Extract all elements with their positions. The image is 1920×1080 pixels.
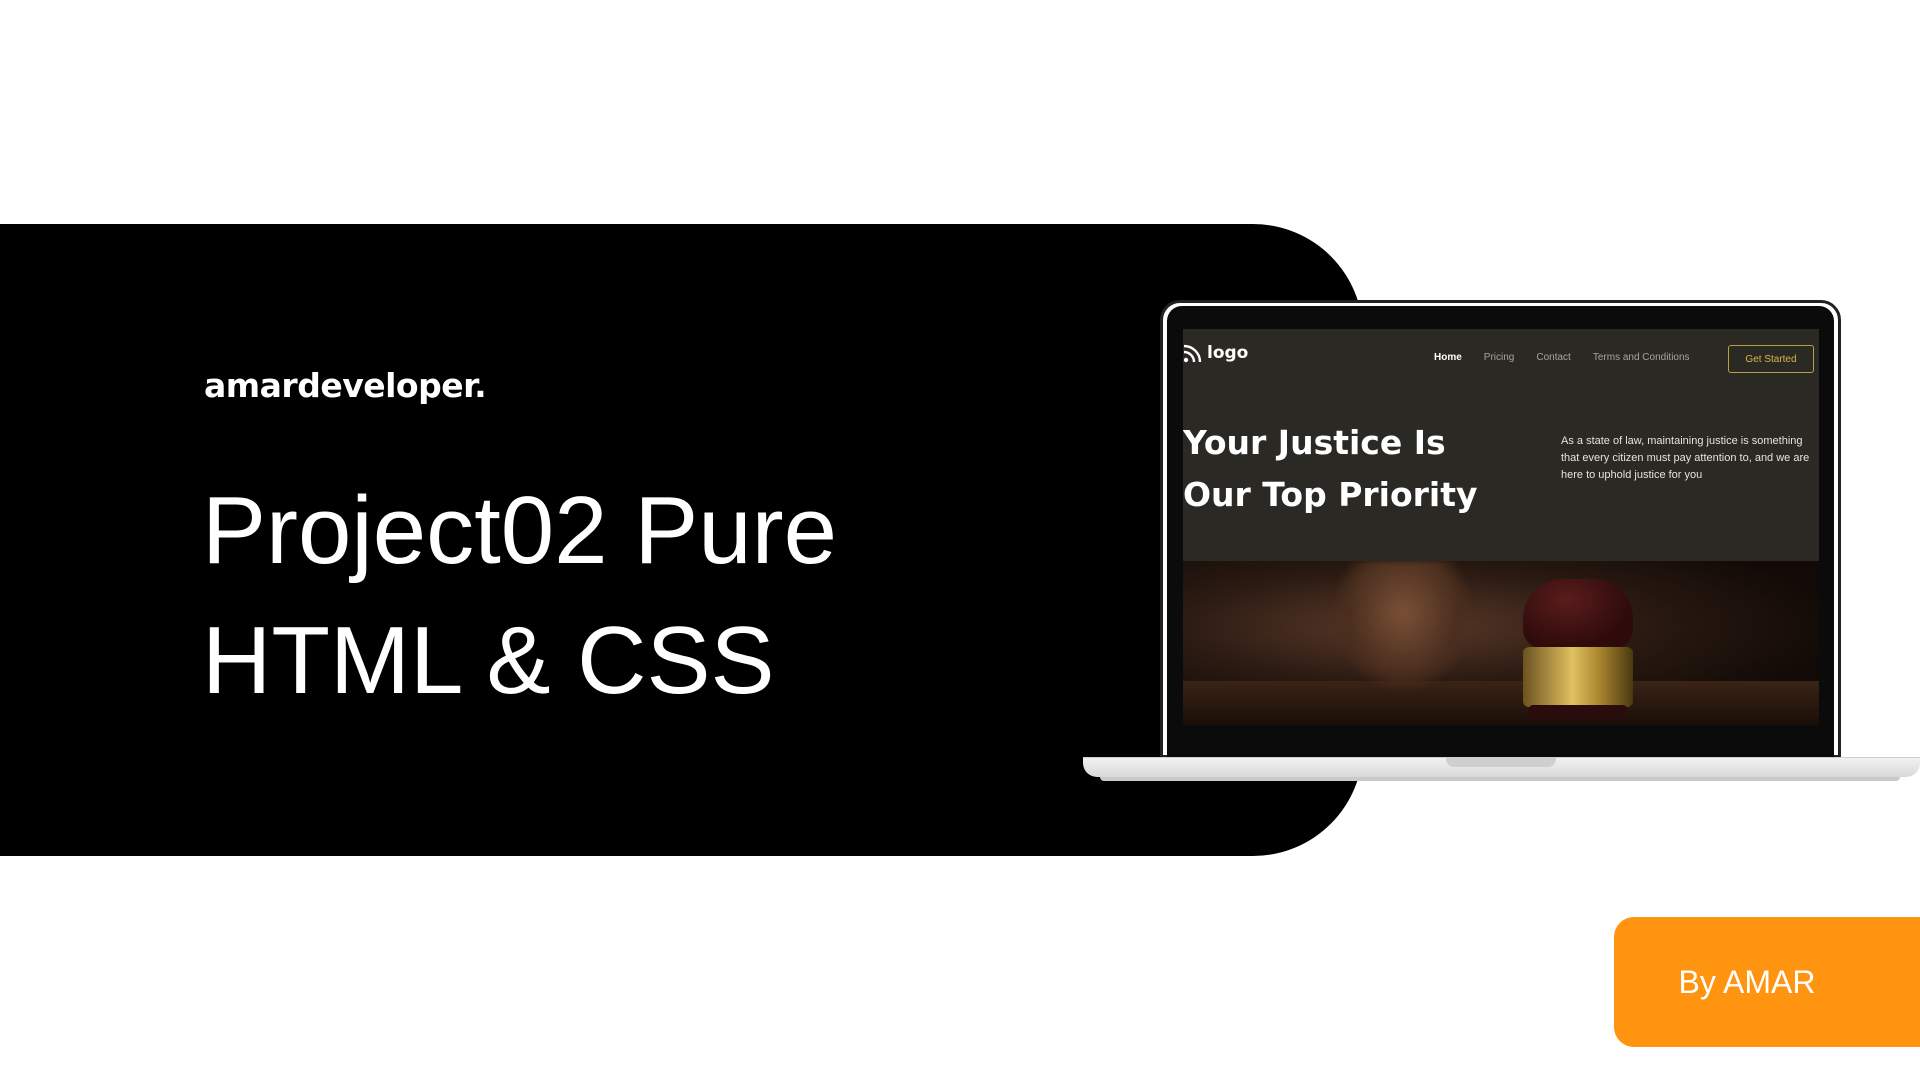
photo-hand — [1333, 561, 1473, 691]
byline-badge: By AMAR — [1614, 917, 1920, 1047]
gavel-base — [1529, 705, 1627, 719]
laptop-shadow — [1100, 777, 1900, 781]
rss-icon — [1183, 343, 1203, 363]
title-line-2: HTML & CSS — [202, 607, 775, 714]
title-line-1: Project02 Pure — [202, 477, 838, 584]
nav-link-contact[interactable]: Contact — [1536, 352, 1570, 363]
nav-link-home[interactable]: Home — [1434, 352, 1462, 363]
nav-link-pricing[interactable]: Pricing — [1484, 352, 1515, 363]
mini-hero-description: As a state of law, maintaining justice i… — [1561, 435, 1810, 481]
get-started-button[interactable]: Get Started — [1728, 345, 1814, 373]
mini-heading-line-1: Your Justice Is — [1183, 423, 1446, 462]
brand-name: amardeveloper. — [204, 366, 487, 405]
photo-table — [1183, 681, 1819, 725]
gavel-head — [1523, 579, 1633, 649]
laptop-screen: logo Home Pricing Contact Terms and Cond… — [1183, 329, 1819, 725]
mini-nav-links: Home Pricing Contact Terms and Condition… — [1434, 352, 1690, 363]
mini-logo-text: logo — [1207, 343, 1249, 363]
gavel-photo — [1183, 561, 1819, 725]
page-title: Project02 Pure HTML & CSS — [202, 466, 962, 726]
mini-hero-heading: Your Justice Is Our Top Priority — [1183, 417, 1523, 521]
gavel-gold-band — [1523, 647, 1633, 707]
laptop-notch — [1446, 757, 1556, 767]
nav-link-terms[interactable]: Terms and Conditions — [1593, 352, 1690, 363]
mini-heading-line-2: Our Top Priority — [1183, 475, 1478, 514]
mini-site-logo[interactable]: logo — [1183, 343, 1248, 363]
mini-site-navbar: logo Home Pricing Contact Terms and Cond… — [1183, 329, 1819, 385]
